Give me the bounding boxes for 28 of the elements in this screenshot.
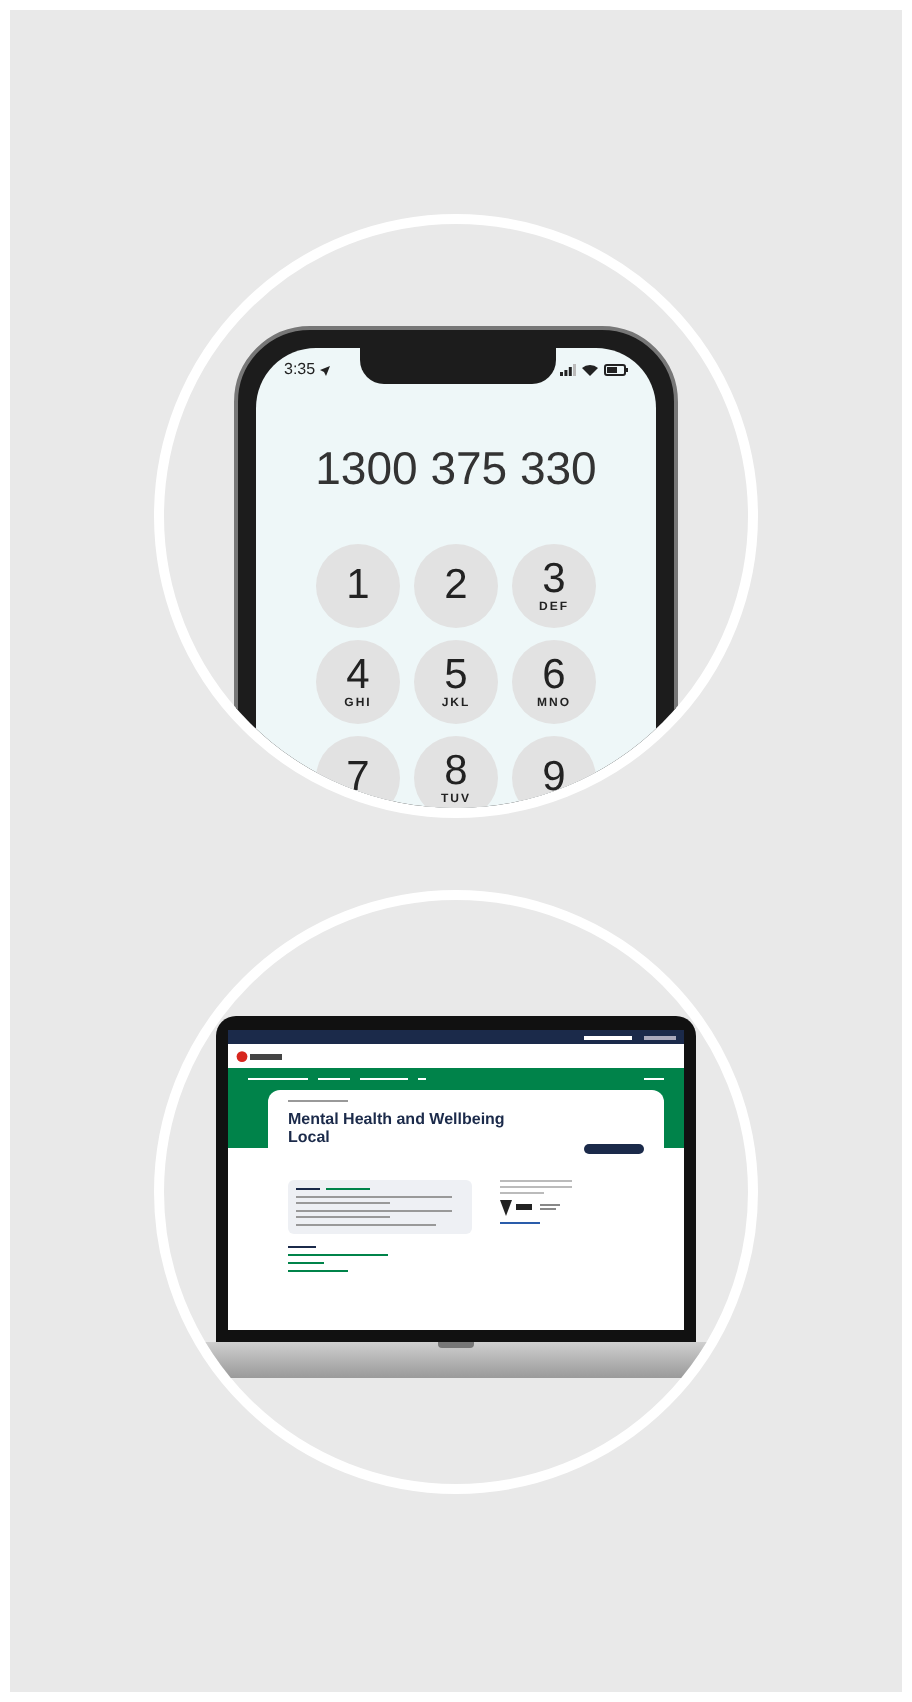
signal-icon bbox=[560, 364, 576, 376]
key-digit: 9 bbox=[542, 756, 566, 798]
key-digit: 4 bbox=[346, 653, 370, 695]
side-link-drawing bbox=[500, 1222, 540, 1224]
location-arrow-icon bbox=[319, 365, 330, 375]
key-digit: 1 bbox=[346, 564, 370, 606]
trackpad-notch bbox=[438, 1342, 474, 1348]
page-title: Mental Health and Wellbeing Local bbox=[288, 1112, 507, 1148]
key-digit: 8 bbox=[444, 749, 468, 791]
wifi-icon bbox=[582, 364, 598, 376]
key-digit: 5 bbox=[444, 653, 468, 695]
site-logo-drawing bbox=[250, 1053, 282, 1059]
status-time: 3:35 bbox=[284, 358, 316, 382]
battery-icon bbox=[604, 364, 628, 376]
dial-key[interactable]: 2 bbox=[414, 543, 498, 627]
key-digit: 7 bbox=[346, 756, 370, 798]
key-digit: 3 bbox=[542, 557, 566, 599]
summary-link-drawing bbox=[326, 1188, 370, 1190]
on-page-link-drawing bbox=[288, 1262, 324, 1264]
on-page-link-drawing bbox=[288, 1254, 388, 1256]
on-page-link-drawing bbox=[288, 1270, 348, 1272]
key-digit: 2 bbox=[444, 564, 468, 606]
top-bar-link-drawing bbox=[584, 1035, 632, 1039]
search-link-drawing bbox=[644, 1078, 664, 1080]
dialed-number: 1300 375 330 bbox=[315, 440, 597, 498]
key-digit: 6 bbox=[542, 653, 566, 695]
action-pill bbox=[584, 1143, 644, 1154]
dial-key[interactable]: 1 bbox=[316, 543, 400, 627]
